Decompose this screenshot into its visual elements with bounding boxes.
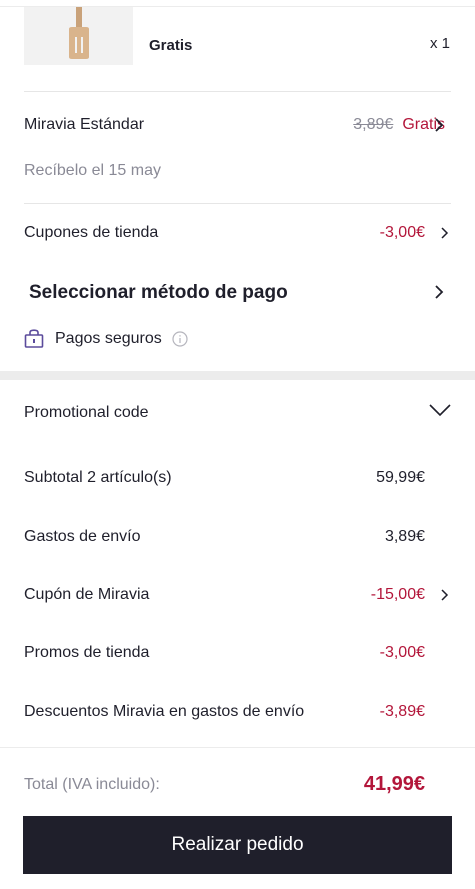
product-quantity: x 1 [429, 35, 450, 52]
product-thumbnail[interactable] [24, 7, 133, 65]
chevron-right-icon[interactable] [434, 285, 444, 299]
shipping-price[interactable]: 3,89€ Gratis [353, 116, 445, 134]
total-value: 41,99€ [363, 773, 425, 795]
section-separator [0, 371, 475, 380]
miravia-coupon-value[interactable]: -15,00€ [371, 586, 425, 604]
shipping-cost-value: 3,89€ [384, 528, 425, 545]
chevron-right-icon[interactable] [440, 588, 450, 602]
divider [24, 203, 451, 204]
product-price: Gratis [149, 37, 193, 54]
store-coupons-value[interactable]: -3,00€ [380, 224, 425, 242]
total-label: Total (IVA incluido): [24, 776, 160, 793]
divider [24, 91, 451, 92]
info-icon[interactable] [172, 331, 188, 347]
chevron-right-icon[interactable] [434, 118, 444, 132]
shipping-original-price: 3,89€ [353, 116, 394, 133]
chevron-down-icon[interactable] [429, 404, 451, 417]
shipping-cost-label: Gastos de envío [24, 528, 141, 545]
lock-icon [24, 329, 44, 348]
subtotal-value: 59,99€ [376, 469, 425, 486]
secure-payments-label: Pagos seguros [55, 330, 162, 347]
select-payment-method[interactable]: Seleccionar método de pago [29, 282, 288, 304]
promo-code-label[interactable]: Promotional code [24, 404, 149, 422]
miravia-coupon-label[interactable]: Cupón de Miravia [24, 586, 149, 604]
spatula-icon [69, 7, 89, 59]
shipping-method-label[interactable]: Miravia Estándar [24, 116, 144, 134]
store-coupons-label[interactable]: Cupones de tienda [24, 224, 158, 242]
store-promos-value: -3,00€ [379, 644, 425, 661]
shipping-discount-value: -3,89€ [379, 703, 425, 720]
delivery-estimate: Recíbelo el 15 may [24, 162, 161, 179]
chevron-right-icon[interactable] [440, 226, 450, 240]
place-order-button[interactable]: Realizar pedido [23, 816, 452, 874]
subtotal-label: Subtotal 2 artículo(s) [24, 469, 172, 486]
shipping-discount-label: Descuentos Miravia en gastos de envío [24, 703, 305, 720]
total-divider [0, 747, 475, 748]
store-promos-label: Promos de tienda [24, 644, 150, 661]
